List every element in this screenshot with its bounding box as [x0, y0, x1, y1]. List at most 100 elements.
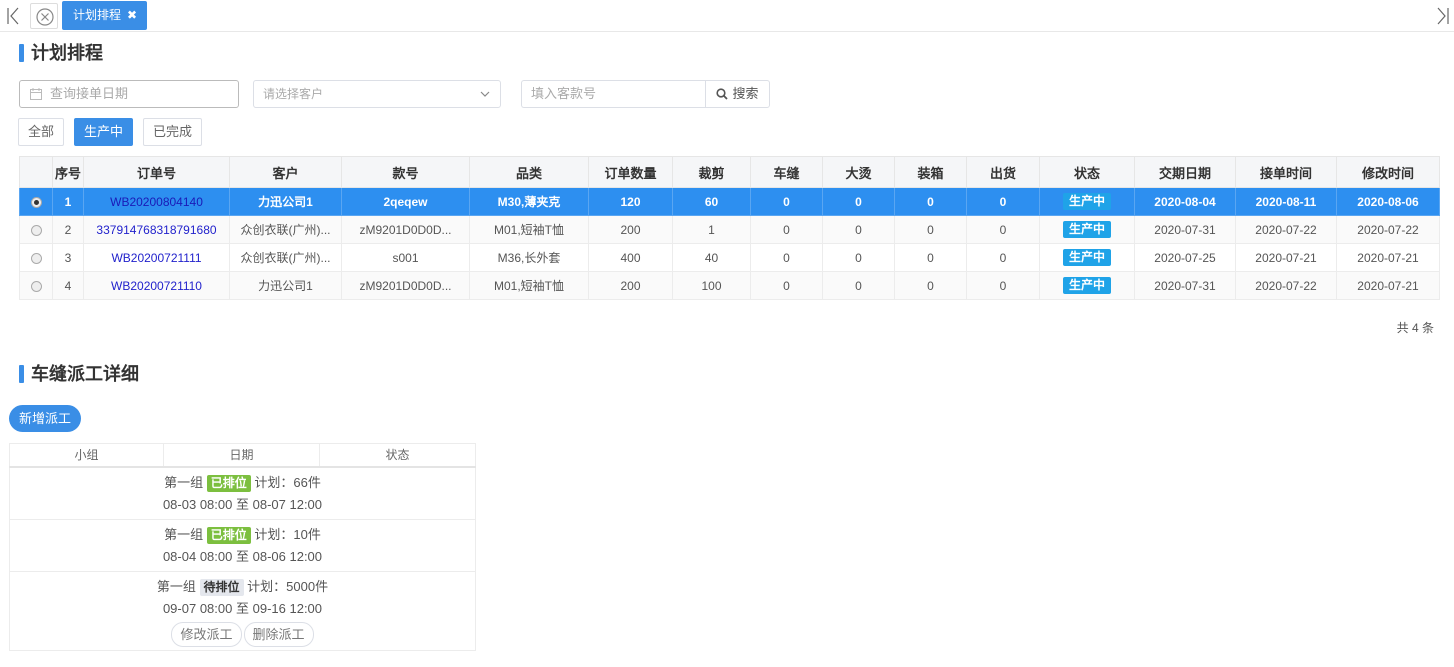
column-header-cut: 裁剪 [672, 156, 751, 188]
iron-count: 0 [822, 243, 895, 272]
column-header-group: 小组 [9, 443, 164, 468]
tab-plan-schedule[interactable]: 计划排程 ✖ [62, 1, 148, 30]
search-button[interactable]: 搜索 [705, 80, 770, 108]
pack-count: 0 [894, 243, 967, 272]
total-count: 共 4 条 [1396, 321, 1434, 335]
status-badge: 生产中 [1062, 221, 1111, 238]
pack-count: 0 [894, 187, 967, 216]
dispatch-period: 09-07 08:00 至 09-16 12:00 [10, 598, 475, 620]
dispatch-plan: 计划：10件 [254, 526, 321, 542]
column-header-style: 款号 [341, 156, 470, 188]
column-header-ship: 出货 [966, 156, 1040, 188]
category: M01,短袖T恤 [469, 271, 589, 300]
modified-time: 2020-07-21 [1336, 271, 1440, 300]
row-radio[interactable] [30, 280, 42, 292]
ship-count: 0 [966, 243, 1040, 272]
order-date-placeholder: 查询接单日期 [50, 86, 129, 101]
close-all-tabs-icon[interactable] [30, 3, 58, 29]
modified-time: 2020-07-22 [1336, 215, 1440, 244]
category: M30,薄夹克 [469, 187, 589, 216]
order-number[interactable]: WB20200721110 [83, 271, 230, 300]
customer-select-placeholder: 请选择客户 [263, 87, 324, 101]
due-date: 2020-07-31 [1134, 215, 1236, 244]
status-cell: 生产中 [1039, 271, 1135, 300]
column-header-dispatch-status: 状态 [319, 443, 476, 468]
dispatch-status-badge: 已排位 [206, 526, 251, 544]
category: M01,短袖T恤 [469, 215, 589, 244]
status-cell: 生产中 [1039, 187, 1135, 216]
received-time: 2020-07-22 [1235, 271, 1337, 300]
table-row[interactable]: 3 WB20200721111 众创衣联(广州)... s001 M36,长外套 400 4… [19, 243, 1440, 272]
row-radio-cell[interactable] [19, 187, 53, 216]
column-header-category: 品类 [469, 156, 589, 188]
filter-completed-label: 已完成 [152, 124, 192, 139]
calendar-icon [30, 88, 42, 100]
dispatch-to: 至 [235, 496, 249, 512]
column-header-select [19, 156, 53, 188]
tab-close-icon[interactable]: ✖ [127, 8, 137, 22]
row-radio[interactable] [30, 196, 42, 208]
tab-bar: 计划排程 ✖ [0, 0, 1454, 32]
dispatch-row[interactable]: 第一组 已排位 计划：66件 08-03 08:00 至 08-07 12:00 [9, 466, 476, 520]
dispatch-group: 第一组 [156, 578, 196, 594]
order-number[interactable]: WB20200721111 [83, 243, 230, 272]
pack-count: 0 [894, 271, 967, 300]
sew-count: 0 [750, 243, 823, 272]
dispatch-row[interactable]: 第一组 待排位 计划：5000件 09-07 08:00 至 09-16 12:0… [9, 570, 476, 651]
column-header-index: 序号 [52, 156, 84, 188]
add-dispatch-button[interactable]: 新增派工 [9, 405, 81, 432]
dispatch-cell: 第一组 待排位 计划：5000件 09-07 08:00 至 09-16 12:0… [9, 570, 476, 651]
scroll-tabs-right-icon[interactable] [1436, 6, 1450, 26]
pack-count: 0 [894, 215, 967, 244]
order-quantity: 200 [588, 215, 673, 244]
filter-in-production-button[interactable]: 生产中 [74, 118, 133, 146]
filter-completed-button[interactable]: 已完成 [143, 118, 202, 146]
customer-select[interactable]: 请选择客户 [253, 80, 501, 108]
due-date: 2020-07-25 [1134, 243, 1236, 272]
style-number: zM9201D0D0D... [341, 271, 470, 300]
delete-dispatch-button[interactable]: 删除派工 [243, 621, 314, 647]
dispatch-to: 至 [235, 600, 249, 616]
column-header-customer: 客户 [229, 156, 342, 188]
dispatch-start: 09-07 08:00 [162, 600, 233, 616]
scroll-tabs-left-icon[interactable] [6, 6, 20, 26]
style-number-input[interactable]: 填入客款号 [521, 80, 706, 108]
dispatch-row[interactable]: 第一组 已排位 计划：10件 08-04 08:00 至 08-06 12:00 [9, 518, 476, 572]
table-row[interactable]: 1 WB20200804140 力迅公司1 2qeqew M30,薄夹克 120 60 0 0 0… [19, 187, 1440, 216]
ship-count: 0 [966, 187, 1040, 216]
row-radio[interactable] [30, 252, 42, 264]
dispatch-table-header: 小组 日期 状态 [9, 443, 476, 468]
row-radio-cell[interactable] [19, 243, 53, 272]
table-row[interactable]: 2 337914768318791680 众创衣联(广州)... zM9201D0D0… [19, 215, 1440, 244]
row-index: 2 [52, 215, 84, 244]
row-radio-cell[interactable] [19, 215, 53, 244]
dispatch-summary: 第一组 已排位 计划：66件 [10, 472, 475, 494]
dispatch-cell: 第一组 已排位 计划：10件 08-04 08:00 至 08-06 12:00 [9, 518, 476, 572]
search-button-label: 搜索 [732, 86, 759, 101]
filter-all-button[interactable]: 全部 [18, 118, 64, 146]
order-number[interactable]: 337914768318791680 [83, 215, 230, 244]
sew-count: 0 [750, 187, 823, 216]
row-radio-cell[interactable] [19, 271, 53, 300]
dispatch-status-badge: 待排位 [199, 578, 244, 596]
edit-dispatch-button[interactable]: 修改派工 [171, 621, 242, 647]
column-header-sew: 车缝 [750, 156, 823, 188]
filter-all-label: 全部 [27, 124, 54, 139]
dispatch-actions: 修改派工 删除派工 [10, 620, 475, 647]
due-date: 2020-07-31 [1134, 271, 1236, 300]
status-badge: 生产中 [1062, 249, 1111, 266]
dispatch-period: 08-03 08:00 至 08-07 12:00 [10, 494, 475, 516]
dispatch-plan: 计划：66件 [254, 474, 321, 490]
dispatch-summary: 第一组 已排位 计划：10件 [10, 524, 475, 546]
cut-count: 100 [672, 271, 751, 300]
column-header-order-no: 订单号 [83, 156, 230, 188]
row-radio[interactable] [30, 224, 42, 236]
order-date-input[interactable]: 查询接单日期 [19, 80, 239, 108]
order-quantity: 400 [588, 243, 673, 272]
row-index: 3 [52, 243, 84, 272]
order-number[interactable]: WB20200804140 [83, 187, 230, 216]
table-row[interactable]: 4 WB20200721110 力迅公司1 zM9201D0D0D... M01,短袖T… [19, 271, 1440, 300]
dispatch-table: 小组 日期 状态 第一组 已排位 计划：66件 08-03 08:00 至 08-… [9, 443, 476, 651]
column-header-date: 日期 [163, 443, 320, 468]
column-header-qty: 订单数量 [588, 156, 673, 188]
